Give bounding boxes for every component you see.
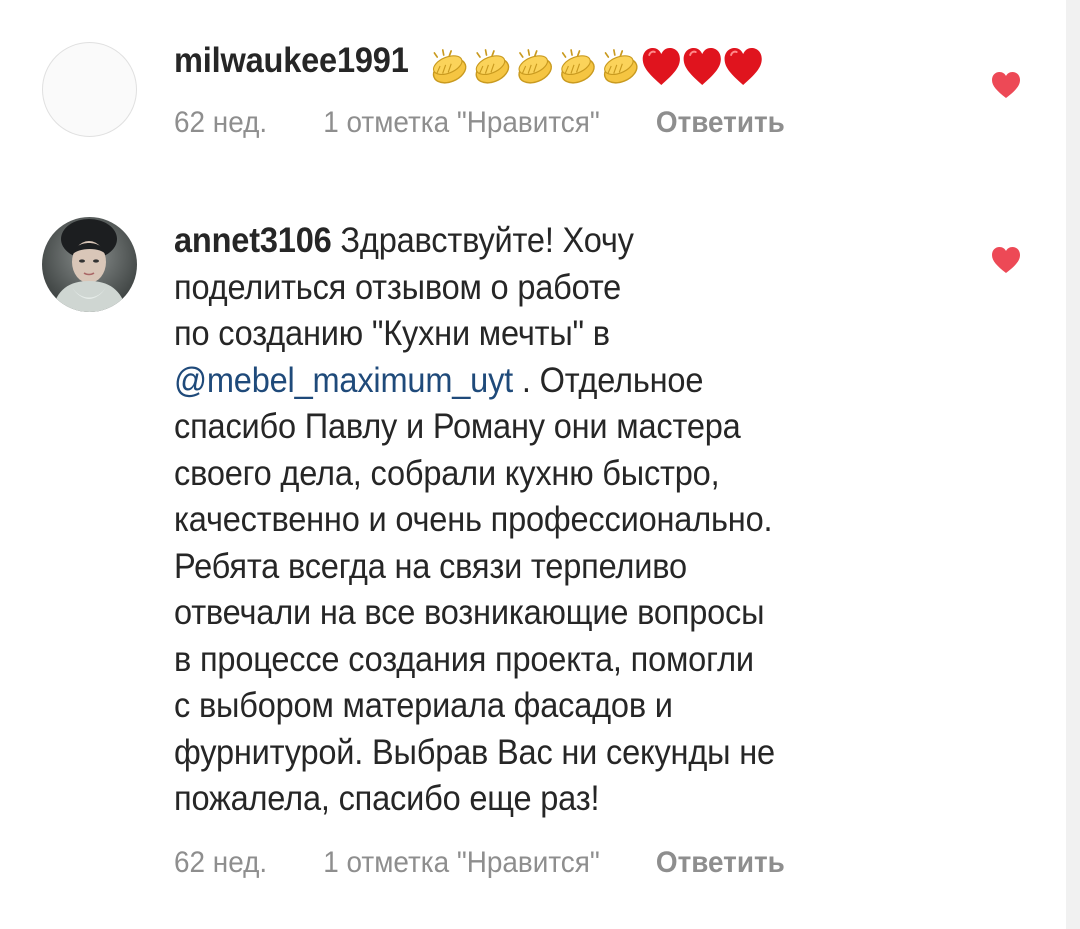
mention-link[interactable]: @mebel_maximum_uyt [174, 361, 513, 400]
comment-line: с выбором материала фасадов и [174, 686, 673, 725]
comment-item: annet3106 Здравствуйте! Хочу поделиться … [0, 0, 1066, 929]
comment-line: в процессе создания проекта, помогли [174, 639, 754, 679]
avatar[interactable] [42, 217, 137, 312]
comment-line: . Отдельное [513, 360, 704, 400]
scrollbar-track[interactable] [1066, 0, 1080, 929]
comment-text: annet3106 Здравствуйте! Хочу поделиться … [174, 218, 899, 823]
comment-line: Здравствуйте! Хочу [340, 221, 634, 260]
comment-username[interactable]: annet3106 [174, 221, 332, 260]
comment-line: отвечали на все возникающие вопросы [174, 593, 765, 632]
likes-count-link[interactable]: 1 отметка "Нравится" [323, 846, 600, 880]
comment-line: фурнитурой. Выбрав Вас ни секунды не [174, 732, 775, 772]
comment-line: Ребята всегда на связи терпеливо [174, 546, 687, 586]
comment-timestamp: 62 нед. [174, 846, 268, 879]
comment-meta: 62 нед. 1 отметка "Нравится" Ответить [174, 846, 785, 880]
comment-line: своего дела, собрали кухню быстро, [174, 453, 720, 493]
comment-line: по созданию "Кухни мечты" в [174, 314, 610, 353]
avatar-photo [42, 217, 137, 312]
comment-line: поделиться отзывом о работе [174, 267, 622, 307]
comment-line: качественно и очень профессионально. [174, 500, 773, 539]
comment-line: пожалела, спасибо еще раз! [174, 779, 600, 818]
reply-button[interactable]: Ответить [656, 846, 785, 880]
comment-line: спасибо Павлу и Роману они мастера [174, 407, 741, 446]
heart-icon[interactable] [990, 245, 1022, 275]
